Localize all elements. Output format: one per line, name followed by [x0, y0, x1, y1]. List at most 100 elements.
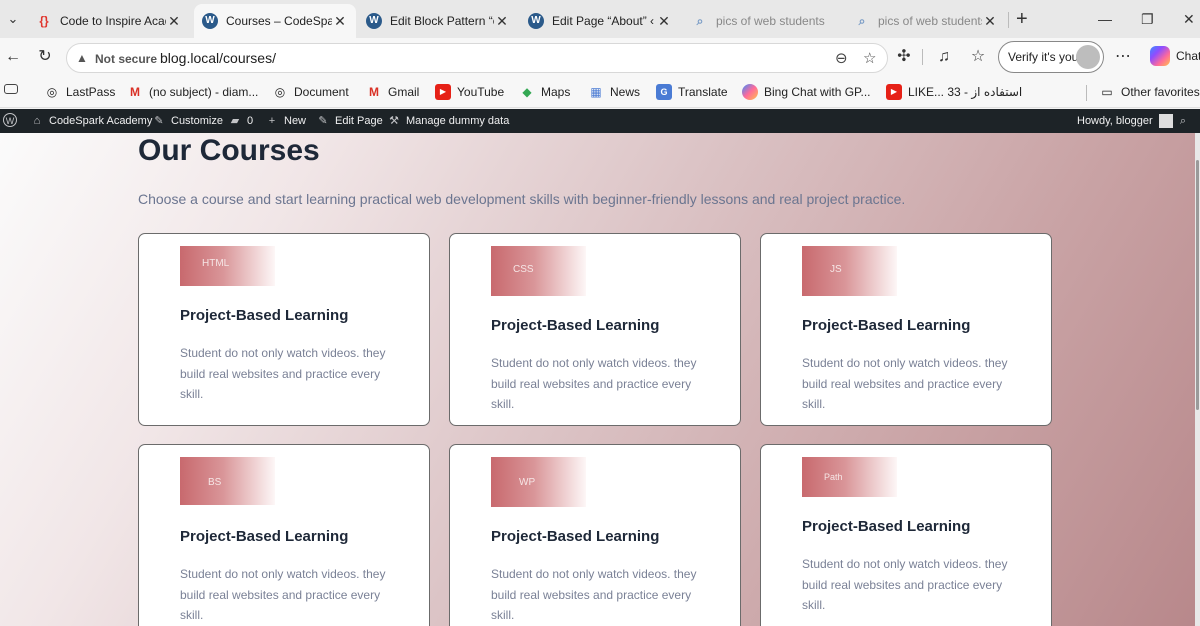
course-title[interactable]: Project-Based Learning	[491, 317, 659, 334]
course-title[interactable]: Project-Based Learning	[491, 528, 659, 545]
extensions-puzzle-icon[interactable]: ✣	[893, 46, 915, 68]
course-description: Student do not only watch videos. they b…	[180, 346, 386, 401]
other-favorites[interactable]: ▭ Other favorites	[1099, 84, 1199, 100]
bookmark-gmail[interactable]: M Gmail	[366, 84, 419, 100]
bookmark-document[interactable]: ◎ Document	[272, 84, 349, 100]
close-icon[interactable]: ✕	[332, 13, 348, 30]
window-close-icon[interactable]: ✕	[1183, 8, 1195, 30]
tab-pics-web-students-1[interactable]: ⌕ pics of web students	[684, 4, 844, 38]
close-icon[interactable]: ✕	[982, 13, 998, 30]
zoom-icon[interactable]: ⊖	[835, 49, 848, 67]
course-title[interactable]: Project-Based Learning	[802, 317, 970, 334]
folder-icon: ▭	[1101, 85, 1113, 99]
course-card[interactable]: WP Project-Based Learning Student do not…	[449, 444, 741, 626]
course-card[interactable]: CSS Project-Based Learning Student do no…	[449, 233, 741, 426]
howdy-label: Howdy, blogger	[1077, 115, 1153, 127]
close-icon[interactable]: ✕	[166, 13, 182, 30]
wordpress-logo-icon[interactable]: W	[3, 113, 22, 127]
bookmark-maps[interactable]: ◆ Maps	[519, 84, 570, 100]
media-control-icon[interactable]: ♫	[933, 46, 955, 68]
verify-label: Verify it's you	[1008, 50, 1079, 64]
pencil-icon: ✎	[318, 115, 328, 127]
comments-count: 0	[247, 115, 254, 127]
verify-profile-button[interactable]: Verify it's you	[998, 41, 1104, 73]
page-title: Our Courses	[138, 134, 320, 167]
course-description: Student do not only watch videos. they b…	[180, 567, 386, 622]
course-description: Student do not only watch videos. they b…	[802, 356, 1008, 411]
course-thumbnail: JS	[802, 246, 897, 296]
manage-dummy-data-link[interactable]: ⚒ Manage dummy data	[387, 114, 509, 128]
course-card[interactable]: Path Project-Based Learning Student do n…	[760, 444, 1052, 626]
course-tag: CSS	[513, 264, 534, 275]
page-content: Our Courses Choose a course and start le…	[0, 133, 1195, 626]
tab-title: Edit Block Pattern “ca	[390, 14, 494, 28]
course-card[interactable]: HTML Project-Based Learning Student do n…	[138, 233, 430, 426]
url-path: /courses/	[219, 50, 276, 66]
back-arrow-icon[interactable]: ←	[2, 46, 24, 68]
restore-icon[interactable]: ❐	[1141, 8, 1154, 30]
course-tag: WP	[519, 477, 536, 488]
bookmark-label: (no subject) - diam...	[149, 85, 259, 99]
course-title[interactable]: Project-Based Learning	[802, 518, 970, 535]
comments-link[interactable]: ▰ 0	[228, 114, 253, 128]
tab-courses[interactable]: W Courses – CodeSpark ✕	[194, 4, 356, 38]
course-card[interactable]: BS Project-Based Learning Student do not…	[138, 444, 430, 626]
tab-edit-page-about[interactable]: W Edit Page “About” ‹ C ✕	[520, 4, 680, 38]
globe-icon: ◎	[274, 85, 286, 99]
admin-search-icon[interactable]: ⌕	[1176, 114, 1195, 128]
favorite-star-icon[interactable]: ☆	[863, 49, 876, 67]
customize-link[interactable]: ✎ Customize	[152, 114, 223, 128]
close-icon[interactable]: ✕	[494, 13, 510, 30]
url-text[interactable]: blog.local/courses/	[160, 50, 276, 66]
favorites-list-icon[interactable]: ☆	[967, 46, 989, 68]
my-account-link[interactable]: Howdy, blogger	[1077, 114, 1173, 128]
bookmarks-bar: ◎ LastPass M (no subject) - diam... ◎ Docum…	[0, 78, 1200, 108]
avatar	[1076, 45, 1100, 69]
url-host: blog.local	[160, 50, 220, 66]
site-name-link[interactable]: ⌂ CodeSpark Academy	[30, 114, 153, 128]
brush-icon: ✎	[154, 115, 164, 127]
bookmark-label: Maps	[541, 85, 571, 99]
course-title[interactable]: Project-Based Learning	[180, 307, 348, 324]
course-description: Student do not only watch videos. they b…	[491, 356, 697, 411]
hammer-icon: ⚒	[389, 115, 399, 127]
tab-pics-web-students-2[interactable]: ⌕ pics of web students ✕	[846, 4, 1006, 38]
tab-title: pics of web students	[878, 14, 982, 28]
copilot-chat-button[interactable]: Chat	[1150, 46, 1200, 66]
wp-admin-bar: W ⌂ CodeSpark Academy ✎ Customize ▰ 0 + New …	[0, 109, 1200, 133]
minimize-icon[interactable]: —	[1098, 8, 1112, 30]
bookmark-no-subject[interactable]: M (no subject) - diam...	[127, 84, 258, 100]
bookmark-label: Bing Chat with GP...	[764, 85, 871, 99]
tab-actions-chevron-icon[interactable]: ⌄	[0, 7, 26, 31]
bookmark-label: Gmail	[388, 85, 420, 99]
bookmark-label: YouTube	[457, 85, 505, 99]
gmail-icon: M	[130, 85, 140, 99]
tab-edit-block-pattern[interactable]: W Edit Block Pattern “ca ✕	[358, 4, 518, 38]
bookmark-youtube[interactable]: ▶ YouTube	[435, 84, 504, 100]
bookmark-bing-chat[interactable]: Bing Chat with GP...	[742, 84, 871, 100]
new-tab-plus-icon[interactable]: +	[1016, 8, 1028, 30]
bookmarks-divider	[1086, 85, 1087, 101]
customize-label: Customize	[171, 115, 223, 127]
edit-page-link[interactable]: ✎ Edit Page	[316, 114, 382, 128]
refresh-icon[interactable]: ↻	[34, 46, 56, 68]
bookmark-like[interactable]: ▶ LIKE... استفاده از - 33	[886, 84, 1022, 100]
course-card[interactable]: JS Project-Based Learning Student do not…	[760, 233, 1052, 426]
security-label[interactable]: Not secure	[95, 52, 157, 66]
course-tag: BS	[208, 477, 222, 488]
bookmark-lastpass[interactable]: ◎ LastPass	[44, 84, 116, 100]
bookmark-label: LIKE... استفاده از - 33	[908, 85, 1023, 99]
address-bar[interactable]: ▲ Not secure blog.local/courses/ ⊖ ☆	[66, 43, 888, 73]
close-icon[interactable]: ✕	[656, 13, 672, 30]
code-bracket-icon: {}	[39, 14, 49, 28]
tab-code-to-inspire[interactable]: {} Code to Inspire Acade ✕	[28, 4, 190, 38]
tab-strip: ⌄ {} Code to Inspire Acade ✕ W Courses –…	[0, 0, 1200, 38]
bookmark-translate[interactable]: G Translate	[656, 84, 728, 100]
translate-icon: G	[656, 84, 672, 100]
bookmark-news[interactable]: ▦ News	[588, 84, 640, 100]
course-title[interactable]: Project-Based Learning	[180, 528, 348, 545]
new-content-link[interactable]: + New	[265, 114, 306, 128]
sidebar-toggle-icon[interactable]	[4, 84, 24, 94]
more-menu-icon[interactable]: ⋯	[1112, 46, 1134, 68]
scrollbar-thumb[interactable]	[1196, 160, 1199, 410]
